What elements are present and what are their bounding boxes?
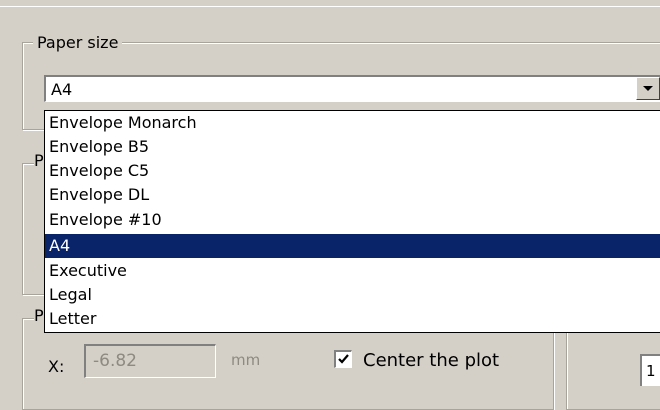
option-a4[interactable]: A4 <box>45 234 660 258</box>
option-envelope-monarch[interactable]: Envelope Monarch <box>45 111 660 135</box>
checkmark-icon <box>338 354 349 364</box>
paper-size-dropdown-list: Envelope Monarch Envelope B5 Envelope C5… <box>44 110 660 333</box>
option-executive[interactable]: Executive <box>45 259 660 283</box>
paper-size-legend: Paper size <box>33 34 123 52</box>
option-envelope-10[interactable]: Envelope #10 <box>45 208 660 232</box>
center-plot-label: Center the plot <box>363 350 500 371</box>
paper-size-selected-value: A4 <box>51 80 73 99</box>
dialog-top-edge <box>0 0 660 7</box>
option-letter[interactable]: Letter <box>45 307 660 331</box>
plot-offset-legend: P <box>34 306 44 325</box>
x-offset-value: -6.82 <box>93 351 137 371</box>
option-envelope-dl[interactable]: Envelope DL <box>45 183 660 207</box>
right-edge-field-value: 1 <box>646 362 656 380</box>
option-legal[interactable]: Legal <box>45 283 660 307</box>
option-envelope-c5[interactable]: Envelope C5 <box>45 159 660 183</box>
paper-size-combobox[interactable]: A4 <box>44 75 660 102</box>
right-edge-field[interactable]: 1 <box>640 354 660 386</box>
center-plot-checkbox[interactable] <box>334 350 352 368</box>
x-offset-unit: mm <box>231 351 261 369</box>
dropdown-button[interactable] <box>636 77 660 100</box>
x-offset-label: X: <box>48 357 65 376</box>
option-envelope-b5[interactable]: Envelope B5 <box>45 135 660 159</box>
plot-area-legend: P <box>34 151 44 170</box>
x-offset-field[interactable]: -6.82 <box>84 344 216 378</box>
chevron-down-icon <box>643 86 653 91</box>
